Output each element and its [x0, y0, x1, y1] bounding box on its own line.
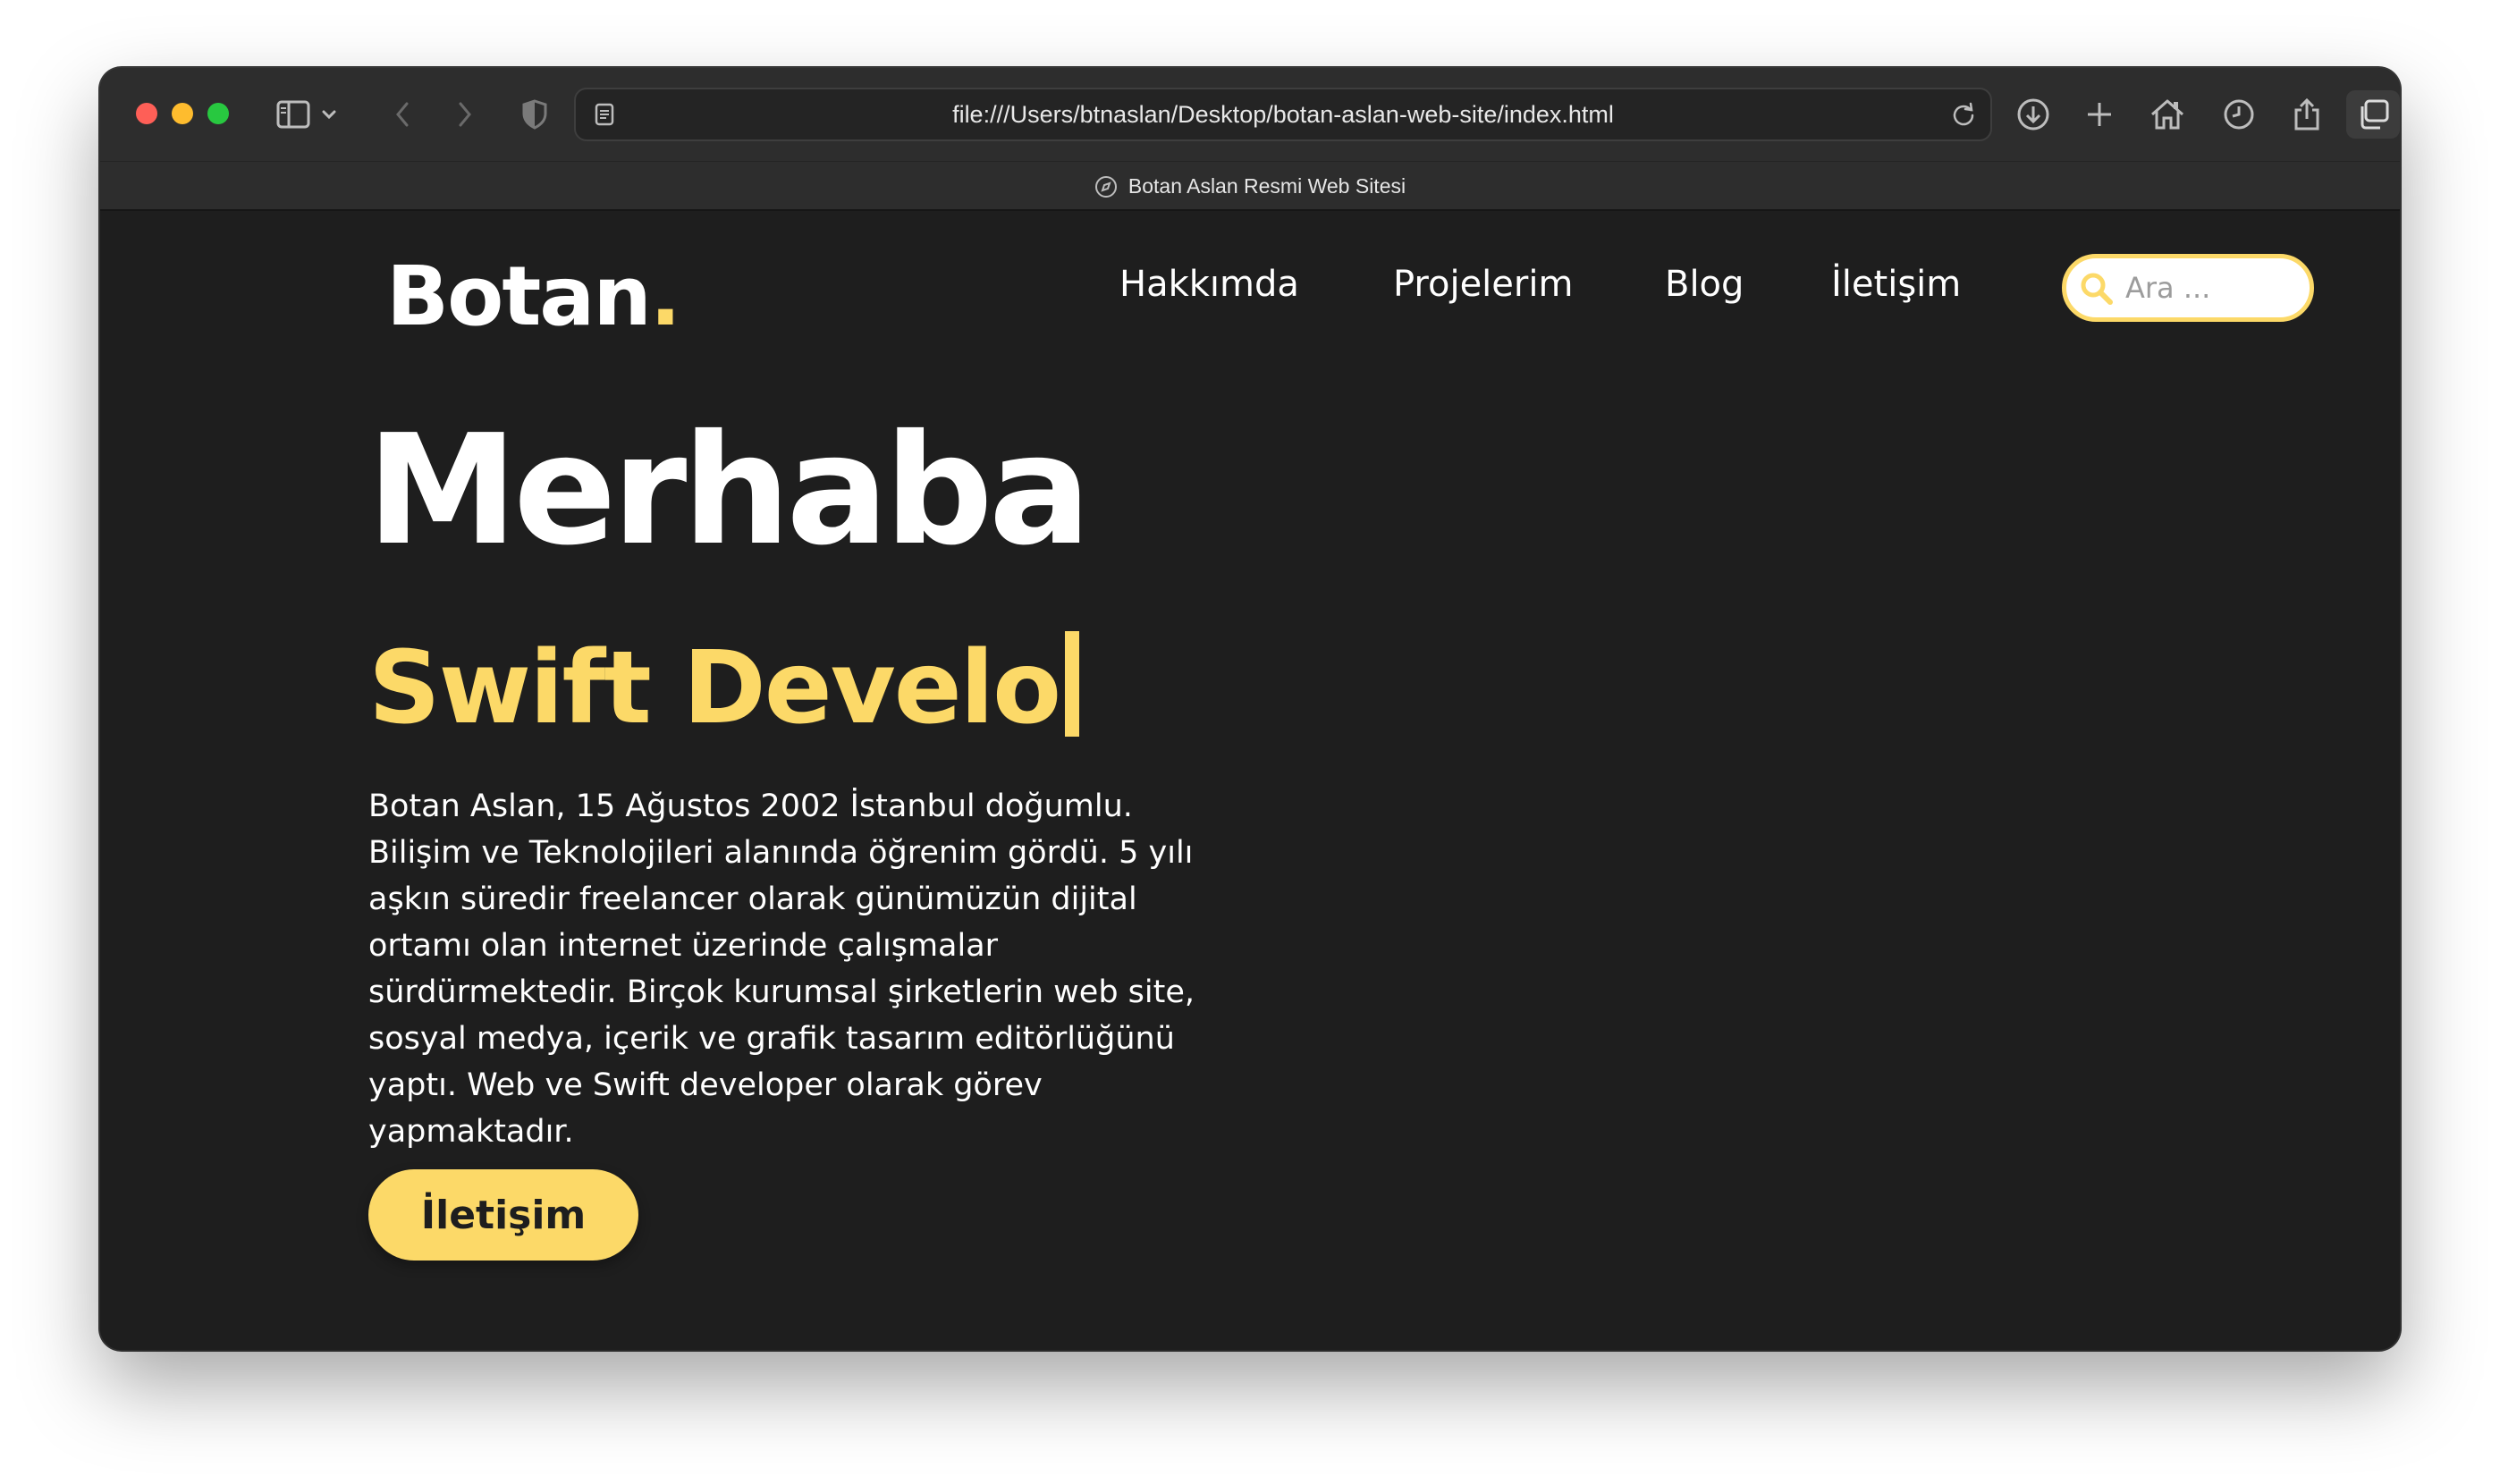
home-icon[interactable]: [2148, 95, 2187, 134]
browser-window: file:///Users/btnaslan/Desktop/botan-asl…: [100, 68, 2400, 1350]
nav-hakkimda[interactable]: Hakkımda: [1119, 266, 1299, 302]
contact-button[interactable]: İletişim: [368, 1169, 638, 1261]
compass-icon: [1094, 175, 1118, 198]
share-icon[interactable]: [2287, 95, 2327, 134]
back-icon[interactable]: [383, 95, 422, 134]
logo-dot: .: [649, 249, 681, 344]
typed-text: Swift Develo: [368, 630, 1061, 746]
nav-iletisim[interactable]: İletişim: [1831, 266, 1961, 302]
minimize-window-button[interactable]: [172, 103, 193, 124]
reload-icon[interactable]: [1944, 95, 1983, 134]
sidebar-icon[interactable]: [274, 95, 313, 134]
browser-toolbar: file:///Users/btnaslan/Desktop/botan-asl…: [100, 68, 2400, 211]
shield-icon[interactable]: [515, 95, 554, 134]
close-window-button[interactable]: [136, 103, 157, 124]
plus-icon[interactable]: [2080, 95, 2119, 134]
typing-cursor: [1065, 631, 1080, 737]
nav-projelerim[interactable]: Projelerim: [1393, 266, 1573, 302]
address-bar[interactable]: file:///Users/btnaslan/Desktop/botan-asl…: [574, 88, 1992, 141]
active-tab[interactable]: Botan Aslan Resmi Web Sitesi: [1094, 174, 1406, 198]
web-page: Botan. Hakkımda Projelerim Blog İletişim…: [100, 211, 2400, 1350]
hero-subtitle: Swift Develo: [368, 631, 1080, 738]
tab-title: Botan Aslan Resmi Web Sitesi: [1128, 174, 1406, 198]
history-icon[interactable]: [2219, 95, 2259, 134]
chevron-down-icon[interactable]: [318, 95, 340, 134]
hero-title: Merhaba: [367, 402, 1091, 579]
logo-text: Botan: [386, 249, 652, 344]
nav-blog[interactable]: Blog: [1665, 266, 1744, 302]
zoom-window-button[interactable]: [207, 103, 229, 124]
tab-bar: Botan Aslan Resmi Web Sitesi: [100, 161, 2400, 211]
search-icon: [2079, 271, 2115, 307]
download-icon[interactable]: [2014, 95, 2053, 134]
forward-icon[interactable]: [445, 95, 485, 134]
search-placeholder: Ara ...: [2125, 271, 2211, 305]
search-input[interactable]: Ara ...: [2062, 254, 2314, 322]
site-logo[interactable]: Botan.: [386, 256, 681, 338]
url-text[interactable]: file:///Users/btnaslan/Desktop/botan-asl…: [576, 89, 1990, 139]
tabs-icon[interactable]: [2346, 90, 2400, 139]
hero-description: Botan Aslan, 15 Ağustos 2002 İstanbul do…: [368, 788, 1195, 1150]
